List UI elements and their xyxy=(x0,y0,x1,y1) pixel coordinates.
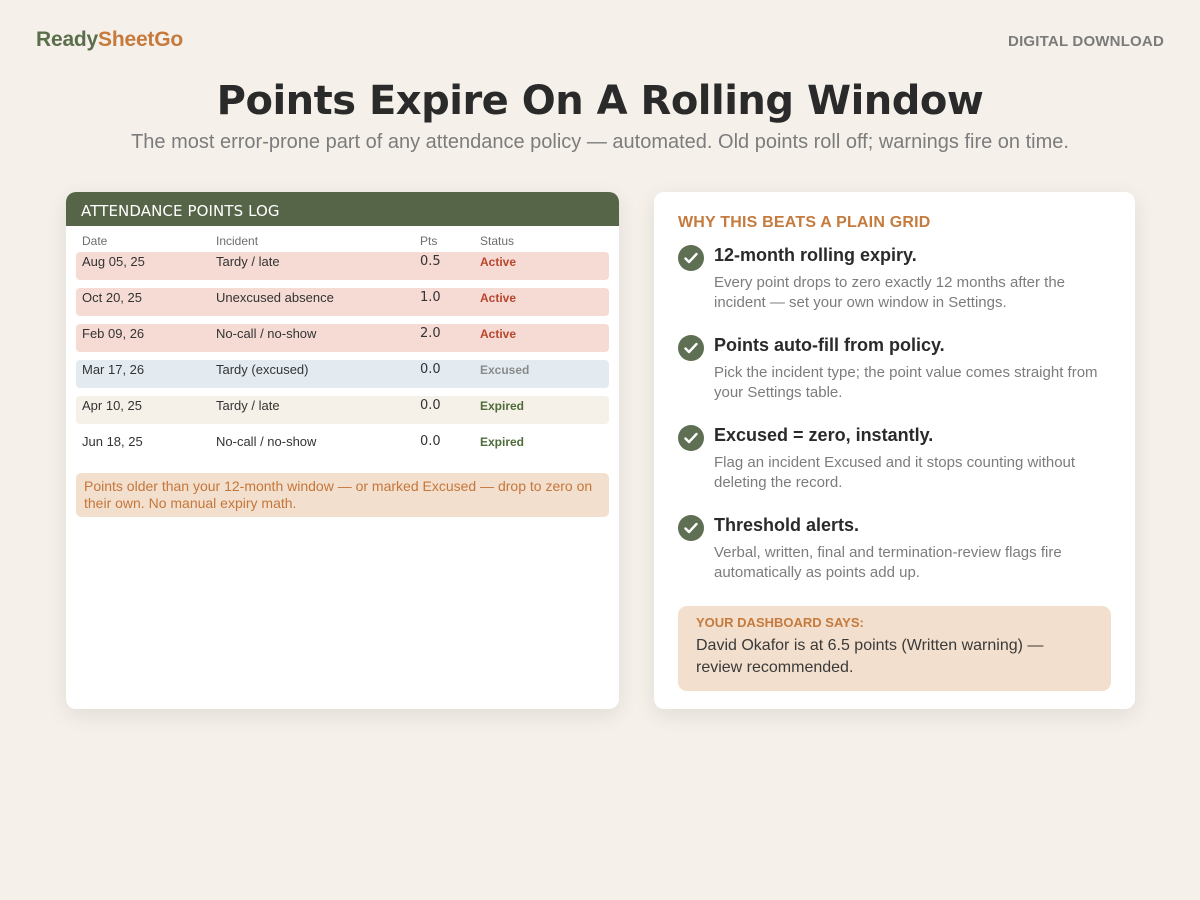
row-incident: Tardy / late xyxy=(216,398,280,413)
feature-description: Every point drops to zero exactly 12 mon… xyxy=(714,274,1066,311)
digital-download-tag: DIGITAL DOWNLOAD xyxy=(1008,33,1164,50)
row-status: Active xyxy=(480,327,517,341)
row-date: Apr 10, 25 xyxy=(82,398,142,413)
row-incident: Tardy (excused) xyxy=(216,362,309,377)
dashboard-callout: YOUR DASHBOARD SAYS: David Okafor is at … xyxy=(678,606,1111,691)
row-date: Jun 18, 25 xyxy=(82,434,143,449)
row-status: Expired xyxy=(480,399,525,413)
row-incident: No-call / no-show xyxy=(216,326,317,341)
feature-title: 12-month rolling expiry. xyxy=(714,245,917,265)
table-row[interactable]: Aug 05, 25 Tardy / late 0.5 Active xyxy=(76,252,609,280)
check-circle-icon xyxy=(678,335,704,361)
table-row[interactable]: Feb 09, 26 No-call / no-show 2.0 Active xyxy=(76,324,609,352)
feature-description: Verbal, written, final and termination-r… xyxy=(714,544,1062,581)
expiry-note: Points older than your 12-month window —… xyxy=(76,473,609,517)
row-points: 2.0 xyxy=(420,326,441,341)
row-date: Feb 09, 26 xyxy=(82,326,145,341)
row-status: Active xyxy=(480,255,517,269)
row-points: 0.5 xyxy=(420,254,441,269)
why-title: WHY THIS BEATS A PLAIN GRID xyxy=(678,214,931,231)
feature-description: Pick the incident type; the point value … xyxy=(714,364,1098,401)
table-row[interactable]: Jun 18, 25 No-call / no-show 0.0 Expired xyxy=(76,432,609,460)
feature-title: Threshold alerts. xyxy=(714,515,860,535)
column-header-status: Status xyxy=(480,234,515,248)
log-rows: Aug 05, 25 Tardy / late 0.5 Active Oct 2… xyxy=(76,252,609,468)
page-subtitle: The most error-prone part of any attenda… xyxy=(131,131,1069,153)
attendance-log-card: ATTENDANCE POINTS LOG Date Incident Pts … xyxy=(66,192,619,709)
column-header-date: Date xyxy=(82,234,108,248)
row-date: Mar 17, 26 xyxy=(82,362,145,377)
feature-description: Flag an incident Excused and it stops co… xyxy=(714,454,1076,491)
attendance-log-title: ATTENDANCE POINTS LOG xyxy=(66,192,619,226)
column-header-incident: Incident xyxy=(216,234,259,248)
feature-title: Excused = zero, instantly. xyxy=(714,425,934,445)
row-points: 1.0 xyxy=(420,290,441,305)
dashboard-text: David Okafor is at 6.5 points (Written w… xyxy=(696,637,1044,676)
row-incident: Unexcused absence xyxy=(216,290,334,305)
brand-part-2: SheetGo xyxy=(98,28,183,51)
row-incident: No-call / no-show xyxy=(216,434,317,449)
dashboard-label: YOUR DASHBOARD SAYS: xyxy=(696,615,864,630)
column-header-pts: Pts xyxy=(420,234,438,248)
row-points: 0.0 xyxy=(420,434,441,449)
check-circle-icon xyxy=(678,245,704,271)
table-row[interactable]: Mar 17, 26 Tardy (excused) 0.0 Excused xyxy=(76,360,609,388)
row-incident: Tardy / late xyxy=(216,254,280,269)
why-card: WHY THIS BEATS A PLAIN GRID 12-month rol… xyxy=(654,192,1135,709)
brand-logo: ReadySheetGo xyxy=(36,28,183,52)
table-header: Date Incident Pts Status xyxy=(66,234,619,248)
brand-part-1: Ready xyxy=(36,28,99,51)
check-circle-icon xyxy=(678,425,704,451)
row-date: Oct 20, 25 xyxy=(82,290,142,305)
feature-title: Points auto-fill from policy. xyxy=(714,335,945,355)
row-status: Expired xyxy=(480,435,525,449)
row-status: Excused xyxy=(480,363,530,377)
row-points: 0.0 xyxy=(420,362,441,377)
table-row[interactable]: Apr 10, 25 Tardy / late 0.0 Expired xyxy=(76,396,609,424)
page-title: Points Expire On A Rolling Window xyxy=(216,78,984,124)
row-status: Active xyxy=(480,291,517,305)
table-row[interactable]: Oct 20, 25 Unexcused absence 1.0 Active xyxy=(76,288,609,316)
row-points: 0.0 xyxy=(420,398,441,413)
check-circle-icon xyxy=(678,515,704,541)
row-date: Aug 05, 25 xyxy=(82,254,145,269)
